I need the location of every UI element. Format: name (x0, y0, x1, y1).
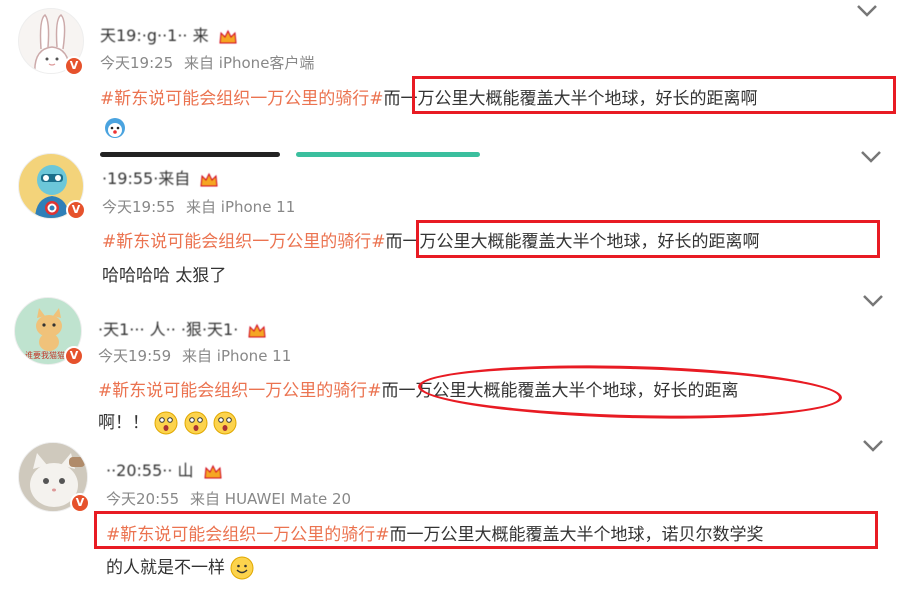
source-label[interactable]: 来自 HUAWEI Mate 20 (190, 490, 351, 508)
astonished-emoji-icon (213, 411, 237, 435)
comment-item-1: V 天19:·g··1·· 来 今天19:25 来自 iPhone客户端 #靳东… (0, 0, 904, 150)
username-4[interactable]: ··20:55·· 山 (106, 457, 223, 481)
comment-item-4: V ··20:55·· 山 今天20:55 来自 HUAWEI Mate 20 … (0, 437, 904, 589)
comment-text-4-line2: 的人就是不一样 (106, 553, 254, 580)
post-meta-1: 今天19:25 来自 iPhone客户端 (100, 52, 320, 73)
chevron-down-icon[interactable] (862, 439, 884, 453)
verified-badge-icon: V (64, 56, 84, 76)
crown-icon (248, 323, 266, 337)
comment-item-3: 谁要我猫猫猫 V ·天1··· 人·· ·狠·天1· 今天19:59 来自 iP… (0, 292, 904, 442)
highlight-box (94, 511, 878, 549)
source-label[interactable]: 来自 iPhone 11 (182, 347, 291, 365)
smile-emoji-icon (230, 556, 254, 580)
verified-badge-icon: V (70, 493, 90, 513)
source-label[interactable]: 来自 iPhone客户端 (184, 54, 314, 72)
chevron-down-icon[interactable] (856, 4, 878, 18)
post-meta-4: 今天20:55 来自 HUAWEI Mate 20 (106, 488, 357, 509)
username-3[interactable]: ·天1··· 人·· ·狠·天1· (98, 316, 267, 340)
highlight-box (416, 220, 880, 258)
astonished-emoji-icon (184, 411, 208, 435)
timestamp: 今天19:25 (100, 54, 174, 72)
highlight-ellipse (417, 360, 843, 424)
verified-badge-icon: V (66, 200, 86, 220)
source-label[interactable]: 来自 iPhone 11 (186, 198, 295, 216)
timestamp: 今天19:55 (102, 198, 176, 216)
highlight-box (412, 76, 896, 114)
astonished-emoji-icon (154, 411, 178, 435)
username-2[interactable]: ·19:55·来自 (102, 165, 219, 189)
chevron-down-icon[interactable] (860, 150, 882, 164)
reply-text: 哈哈哈哈 太狠了 (102, 266, 227, 286)
chevron-down-icon[interactable] (862, 294, 884, 308)
crown-icon (200, 172, 218, 186)
post-meta-2: 今天19:55 来自 iPhone 11 (102, 196, 301, 217)
crown-icon (219, 29, 237, 43)
hashtag-link[interactable]: #靳东说可能会组织一万公里的骑行# (100, 89, 384, 109)
sticker-emoji-icon (105, 118, 125, 138)
timestamp: 今天20:55 (106, 490, 180, 508)
username-1[interactable]: 天19:·g··1·· 来 (100, 22, 238, 46)
comment-item-2: V ·19:55·来自 今天19:55 来自 iPhone 11 #靳东说可能会… (0, 150, 904, 295)
verified-badge-icon: V (64, 346, 84, 366)
comment-text-3-line2: 啊！！ (98, 408, 237, 435)
crown-icon (204, 464, 222, 478)
timestamp: 今天19:59 (98, 347, 172, 365)
hashtag-link[interactable]: #靳东说可能会组织一万公里的骑行# (102, 232, 386, 252)
post-meta-3: 今天19:59 来自 iPhone 11 (98, 345, 297, 366)
hashtag-link[interactable]: #靳东说可能会组织一万公里的骑行# (98, 381, 382, 401)
